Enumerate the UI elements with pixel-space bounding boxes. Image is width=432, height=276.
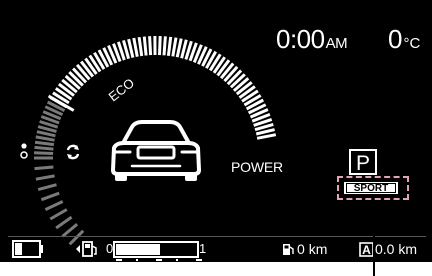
cruising-range: 0 km <box>297 241 327 257</box>
charge-segment <box>55 215 73 230</box>
gauge-segment <box>175 38 183 58</box>
gauge-segment <box>132 37 139 57</box>
gauge-segment <box>158 36 162 56</box>
gauge-segment <box>148 36 153 56</box>
drive-mode-label: SPORT <box>353 183 389 194</box>
gauge-segment <box>34 151 54 155</box>
charge-segment <box>35 174 55 181</box>
gauge-segment <box>35 135 55 142</box>
gauge-segment <box>162 36 167 56</box>
gauge-segment <box>34 145 54 151</box>
charge-dot-top <box>21 143 27 149</box>
hybrid-system-gauge: ECO A <box>12 35 374 261</box>
fuel-min-label: 0 <box>106 241 114 256</box>
gauge-segments <box>34 35 277 246</box>
eco-zone-label: ECO <box>106 75 137 104</box>
gauge-segment <box>34 140 55 147</box>
drive-mode-indicator: SPORT <box>343 181 399 195</box>
fuel-max-label: 1 <box>199 241 207 256</box>
trip-unit: km <box>398 241 418 257</box>
gauge-segment <box>36 130 56 138</box>
power-zone-label: POWER <box>231 159 283 175</box>
charge-segment <box>44 200 64 211</box>
trip-meter: 0.0 km <box>375 241 417 257</box>
shift-position-indicator: P <box>349 149 377 175</box>
gauge-segment <box>171 37 178 57</box>
gauge-segment <box>61 78 78 94</box>
range-value: 0 <box>297 241 305 257</box>
charge-segment <box>37 183 57 192</box>
charge-segment <box>49 208 68 221</box>
gauge-segment <box>255 128 275 136</box>
callout-line <box>373 200 375 276</box>
charge-segment <box>40 191 60 202</box>
charge-segment <box>34 165 54 171</box>
instrument-display: 0:00AM 0°C ECO A POWER P SPORT 0 1 0 km … <box>0 0 432 262</box>
status-bar <box>8 236 426 263</box>
gauge-segment <box>166 36 173 56</box>
gauge-segment <box>256 133 277 140</box>
trip-value: 0.0 <box>375 241 395 257</box>
regen-indicator-icon <box>66 144 80 160</box>
gauge-segment <box>137 36 144 57</box>
gauge-segment <box>127 38 135 58</box>
charge-segment <box>61 223 79 238</box>
charge-dot-bottom <box>20 151 28 159</box>
range-unit: km <box>308 241 328 257</box>
car-front-icon <box>111 120 201 181</box>
gauge-segment <box>142 36 148 56</box>
